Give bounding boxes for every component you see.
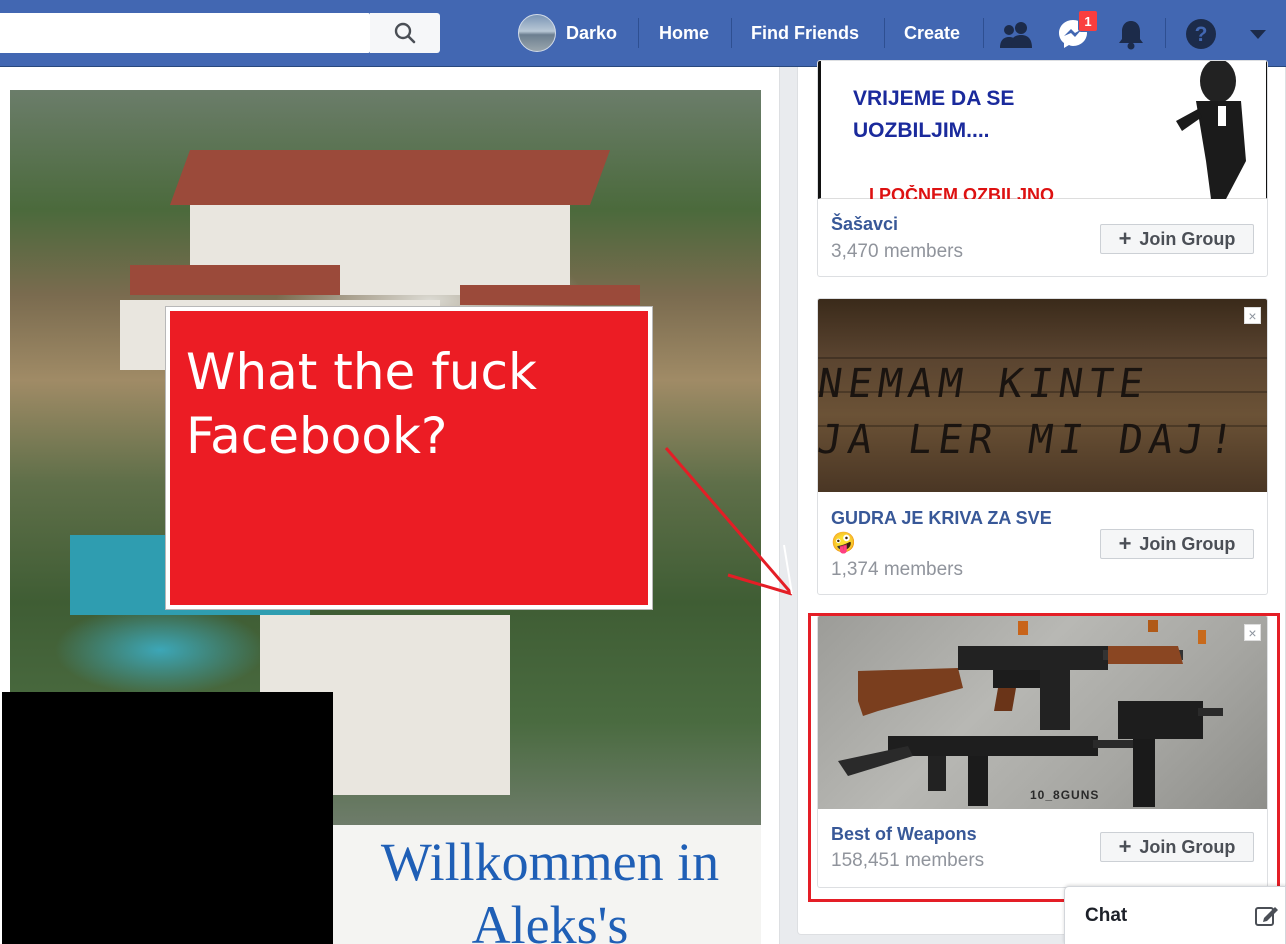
cover-caption: I POČNEM OZBILJNO [869, 185, 1055, 199]
group-name-link[interactable]: GUDRA JE KRIVA ZA SVE [831, 506, 1052, 530]
group-cover-image[interactable]: NEMAM KINTE JA LER MI DAJ! × [817, 299, 1267, 492]
nav-divider [983, 18, 984, 48]
join-group-button[interactable]: + Join Group [1100, 224, 1254, 254]
group-card: VRIJEME DA SE UOZBILJIM.... I POČNEM OZB… [817, 60, 1268, 277]
plus-icon: + [1118, 531, 1132, 556]
compose-icon[interactable] [1253, 903, 1279, 929]
group-members-count: 1,374 members [831, 559, 964, 580]
join-group-button[interactable]: + Join Group [1100, 529, 1254, 559]
group-cover-image[interactable]: VRIJEME DA SE UOZBILJIM.... I POČNEM OZB… [818, 61, 1267, 199]
join-group-label: Join Group [1139, 228, 1236, 249]
find-friends-link[interactable]: Find Friends [751, 20, 859, 46]
search-button[interactable] [370, 13, 440, 53]
chevron-down-icon [1250, 30, 1266, 39]
annotation-highlight-box [808, 613, 1280, 902]
nav-divider [884, 18, 885, 48]
bell-icon [1119, 21, 1143, 50]
help-button[interactable]: ? [1181, 14, 1221, 54]
profile-name-link[interactable]: Darko [566, 20, 617, 46]
profile-avatar[interactable] [518, 14, 556, 52]
friend-requests-button[interactable] [997, 14, 1037, 54]
help-icon: ? [1186, 19, 1216, 49]
annotation-text: What the fuck Facebook? [186, 343, 537, 465]
chat-bar[interactable]: Chat [1064, 886, 1286, 944]
welcome-text: Willkommen in [380, 832, 720, 892]
cover-caption: VRIJEME DA SE [853, 87, 1015, 110]
emoji-icon: 🤪 [831, 532, 856, 554]
friends-icon [1000, 22, 1032, 48]
group-members-count: 3,470 members [831, 241, 964, 262]
welcome-text: Aleks's [471, 895, 629, 944]
graffiti-text: NEMAM KINTE [817, 361, 1153, 407]
notifications-button[interactable] [1111, 14, 1151, 54]
nav-divider [1165, 18, 1166, 48]
home-link[interactable]: Home [659, 20, 709, 46]
plus-icon: + [1118, 226, 1132, 251]
group-name-link[interactable]: Šašavci [831, 212, 898, 236]
join-group-label: Join Group [1139, 533, 1236, 554]
nav-divider [638, 18, 639, 48]
mansion-roof [460, 285, 640, 305]
search-icon [394, 22, 416, 44]
messenger-badge: 1 [1078, 10, 1098, 32]
search-input[interactable] [0, 13, 370, 53]
wall-line [818, 357, 1267, 359]
account-menu-button[interactable] [1238, 14, 1278, 54]
graffiti-text: JA LER MI DAJ! [817, 417, 1243, 463]
chat-label: Chat [1085, 905, 1128, 926]
cover-caption: UOZBILJIM.... [853, 119, 990, 142]
svg-text:?: ? [1195, 23, 1208, 46]
close-icon[interactable]: × [1244, 307, 1261, 324]
group-card: NEMAM KINTE JA LER MI DAJ! × GUDRA JE KR… [817, 298, 1268, 595]
top-navigation-bar: Darko Home Find Friends Create 1 ? [0, 0, 1286, 67]
nav-divider [731, 18, 732, 48]
mansion-roof [169, 150, 611, 205]
cover-figure [1176, 61, 1246, 199]
create-link[interactable]: Create [904, 20, 960, 46]
redaction-box [2, 692, 333, 944]
mansion-roof [130, 265, 340, 295]
